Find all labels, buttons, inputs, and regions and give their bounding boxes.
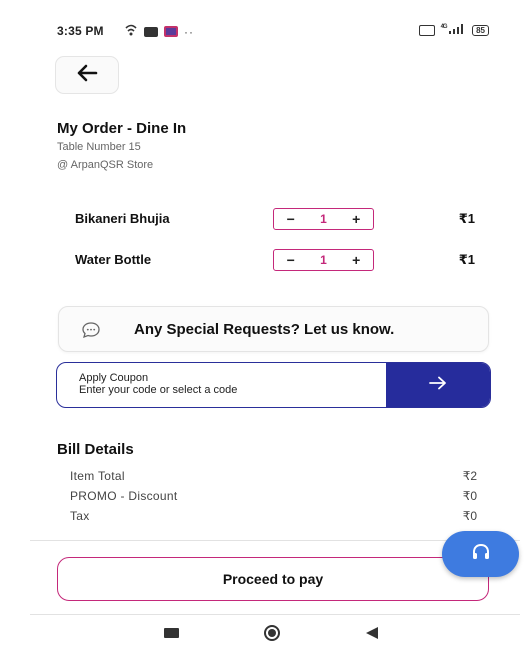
decrease-button[interactable]: − (287, 252, 295, 268)
headset-icon (471, 543, 491, 566)
bill-details-title: Bill Details (57, 441, 134, 458)
message-icon (418, 24, 435, 36)
photo-icon (164, 26, 178, 37)
increase-button[interactable]: + (352, 211, 360, 227)
increase-button[interactable]: + (352, 252, 360, 268)
list-item: Water Bottle − 1 + ₹1 (75, 249, 475, 273)
bill-label: Item Total (70, 469, 125, 483)
back-nav-icon[interactable] (364, 626, 380, 640)
coupon-label: Apply Coupon (79, 372, 149, 384)
battery-indicator: 85 (472, 24, 489, 36)
recents-icon[interactable] (164, 628, 179, 638)
item-price: ₹1 (458, 252, 475, 267)
bill-value: ₹0 (462, 509, 477, 523)
status-overflow: ·· (184, 24, 194, 39)
item-price: ₹1 (458, 211, 475, 226)
quantity-stepper: − 1 + (273, 208, 374, 230)
status-left-icons: ·· (124, 24, 194, 39)
status-time: 3:35 PM (57, 24, 104, 38)
bill-label: PROMO - Discount (70, 489, 178, 503)
special-request-text: Any Special Requests? Let us know. (134, 321, 395, 338)
special-request-box[interactable]: Any Special Requests? Let us know. (58, 306, 489, 352)
item-name: Bikaneri Bhujia (75, 211, 170, 226)
media-icon (144, 26, 158, 37)
wifi-calling-icon (124, 24, 138, 39)
bill-value: ₹2 (462, 469, 477, 483)
store-name: @ ArpanQSR Store (57, 159, 154, 171)
signal-label: 4G (440, 24, 448, 30)
decrease-button[interactable]: − (287, 211, 295, 227)
home-icon[interactable] (261, 625, 283, 641)
item-quantity: 1 (320, 253, 327, 267)
status-bar: 3:35 PM ·· 4G 85 (0, 0, 525, 50)
coupon-field[interactable]: Apply Coupon Enter your code or select a… (56, 362, 491, 408)
coupon-input[interactable]: Enter your code or select a code (79, 384, 237, 396)
arrow-right-icon (428, 376, 448, 395)
support-button[interactable] (442, 531, 519, 577)
bill-label: Tax (70, 509, 90, 523)
signal-icon: 4G (441, 24, 467, 36)
status-right-icons: 4G 85 (418, 24, 489, 36)
page-title: My Order - Dine In (57, 120, 187, 137)
item-quantity: 1 (320, 212, 327, 226)
quantity-stepper: − 1 + (273, 249, 374, 271)
chat-bubble-icon (81, 321, 100, 339)
back-button[interactable] (55, 56, 119, 94)
table-number: Table Number 15 (57, 141, 141, 153)
proceed-to-pay-button[interactable]: Proceed to pay (57, 557, 489, 601)
arrow-left-icon (76, 64, 98, 87)
list-item: Bikaneri Bhujia − 1 + ₹1 (75, 208, 475, 232)
bill-value: ₹0 (462, 489, 477, 503)
item-name: Water Bottle (75, 252, 152, 267)
apply-coupon-button[interactable] (386, 363, 490, 407)
system-nav-bar (0, 615, 525, 661)
